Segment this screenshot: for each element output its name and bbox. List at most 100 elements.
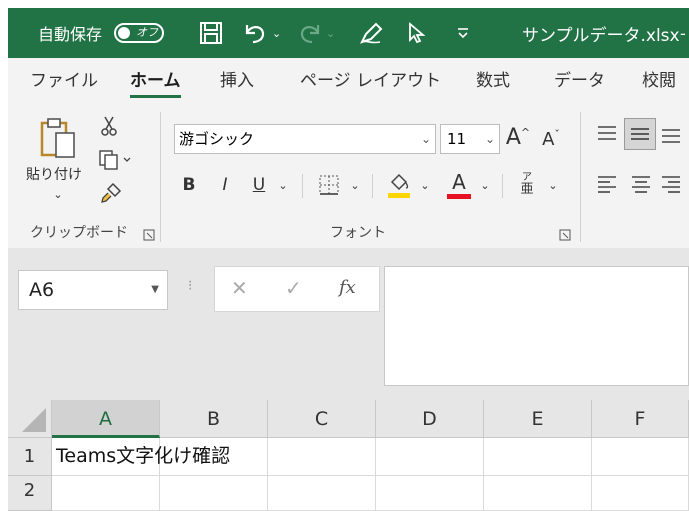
ribbon-tabs: ファイル ホーム 挿入 ページ レイアウト 数式 データ 校閲 [8,58,689,104]
underline-dropdown-icon[interactable]: ⌄ [274,170,292,200]
save-icon[interactable] [198,8,224,58]
column-header[interactable]: D [376,400,484,438]
paste-icon[interactable] [32,114,84,162]
cell-c1[interactable] [268,438,376,476]
formula-input[interactable] [384,266,689,386]
title-bar: 自動保存 オフ ⌄ ⌄ サンプルデータ.xlsx - [8,8,689,58]
align-top-icon[interactable] [594,120,620,148]
align-bottom-icon[interactable] [660,120,689,148]
clipboard-launcher-icon[interactable] [142,228,156,242]
cell-f1[interactable] [592,438,689,476]
tab-data[interactable]: データ [554,58,605,104]
insert-function-icon[interactable]: fx [339,277,356,298]
cell-e2[interactable] [484,476,592,511]
cell-b1[interactable] [160,438,268,476]
phonetic-bottom: 亜 [520,182,534,197]
font-group-label: フォント [330,225,386,241]
copy-icon[interactable] [96,148,136,172]
name-box-dropdown-icon[interactable]: ▼ [151,271,159,309]
font-name-value: 游ゴシック [179,130,255,148]
window-title: サンプルデータ.xlsx [522,25,680,46]
tab-page-layout[interactable]: ページ レイアウト [300,58,441,104]
autosave-toggle[interactable]: オフ [110,8,164,58]
italic-button[interactable]: I [214,170,236,200]
select-all-button[interactable] [8,400,52,438]
font-name-select[interactable]: 游ゴシック ⌄ [174,124,436,154]
font-color-bar [447,193,471,199]
align-middle-icon[interactable] [624,118,656,150]
cell-b2[interactable] [160,476,268,511]
cancel-icon[interactable]: ✕ [231,276,248,300]
align-left-icon[interactable] [594,170,620,198]
cut-icon[interactable] [98,114,120,138]
font-size-select[interactable]: 11 ⌄ [440,124,500,154]
undo-dropdown-icon[interactable]: ⌄ [272,8,281,58]
cell-f2[interactable] [592,476,689,511]
cell-a1[interactable]: Teams文字化け確認 [52,438,230,476]
font-color-dropdown-icon[interactable]: ⌄ [476,170,494,200]
paste-dropdown-icon[interactable]: ⌄ [48,186,68,202]
undo-icon[interactable] [241,8,269,58]
separator [502,174,503,198]
formula-buttons: ✕ ✓ fx [214,266,380,312]
borders-icon[interactable] [314,170,344,200]
cell-d1[interactable] [376,438,484,476]
column-header[interactable]: F [592,400,689,438]
shrink-font-button[interactable]: Aˇ [538,124,564,154]
cell-a2[interactable] [52,476,160,511]
column-header[interactable]: A [52,400,160,438]
cell-e1[interactable] [484,438,592,476]
name-box-value: A6 [29,279,55,301]
autosave-state: オフ [136,26,158,39]
tab-review[interactable]: 校閲 [642,58,676,104]
redo-icon[interactable] [296,8,324,58]
chevron-down-icon: ⌄ [484,132,495,146]
ribbon-home: 貼り付け ⌄ クリップボード 游ゴシック ⌄ 11 ⌄ A ^ Aˇ B I U … [8,104,689,249]
font-size-value: 11 [447,130,467,148]
row-header[interactable]: 2 [8,476,52,511]
grow-font-button[interactable]: A ^ [504,122,532,152]
column-header[interactable]: C [268,400,376,438]
fill-color-dropdown-icon[interactable]: ⌄ [416,170,434,200]
chevron-down-icon: ⌄ [420,132,431,146]
tab-formulas[interactable]: 数式 [476,58,510,104]
tab-home[interactable]: ホーム [130,58,181,104]
redo-dropdown-icon[interactable]: ⌄ [326,8,335,58]
separator [302,174,303,198]
cell-d2[interactable] [376,476,484,511]
select-cursor-icon[interactable] [405,8,427,58]
fill-color-icon[interactable] [384,168,414,202]
bold-button[interactable]: B [178,170,200,200]
grow-font-letter: A [505,124,521,150]
borders-dropdown-icon[interactable]: ⌄ [346,170,364,200]
paste-label[interactable]: 貼り付け [22,164,86,184]
format-painter-icon[interactable] [98,180,124,206]
separator [580,112,581,242]
tab-file[interactable]: ファイル [30,58,98,104]
formula-bar-grip-icon[interactable]: ⁝ [188,278,192,294]
font-launcher-icon[interactable] [558,228,572,242]
formula-bar-area: A6 ▼ ⁝ ✕ ✓ fx [8,248,689,400]
title-separator: - [680,23,686,43]
column-header[interactable]: E [484,400,592,438]
font-color-button[interactable]: A [446,166,472,202]
row-header[interactable]: 1 [8,438,52,476]
name-box[interactable]: A6 ▼ [18,270,168,310]
tab-insert[interactable]: 挿入 [220,58,254,104]
separator [160,112,161,242]
align-right-icon[interactable] [660,170,689,198]
font-color-letter: A [452,169,466,194]
draw-icon[interactable] [358,8,386,58]
underline-button[interactable]: U [248,170,270,200]
phonetic-dropdown-icon[interactable]: ⌄ [544,170,562,200]
align-center-icon[interactable] [628,170,654,198]
autosave-label: 自動保存 [38,25,103,44]
phonetic-button[interactable]: ア 亜 [516,166,538,202]
enter-icon[interactable]: ✓ [285,276,302,300]
clipboard-group-label: クリップボード [30,225,128,241]
shrink-font-letter: A [542,128,555,150]
customize-qat-icon[interactable] [456,8,470,58]
cell-c2[interactable] [268,476,376,511]
column-header[interactable]: B [160,400,268,438]
separator [372,174,373,198]
